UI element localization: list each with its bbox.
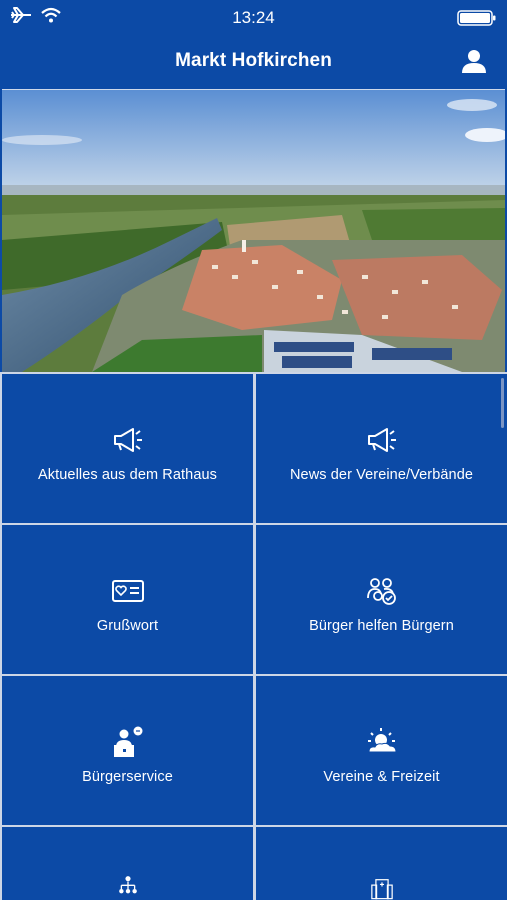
group-people-icon	[366, 577, 396, 605]
tile-vereine-freizeit[interactable]: Vereine & Freizeit	[256, 676, 507, 825]
tile-label: Vereine & Freizeit	[323, 768, 440, 785]
page-title: Markt Hofkirchen	[175, 50, 332, 71]
tile-aktuelles-rathaus[interactable]: Aktuelles aus dem Rathaus	[2, 374, 253, 523]
tile-label: Bürgerservice	[82, 768, 173, 785]
building-icon	[370, 879, 393, 900]
scroll-indicator[interactable]	[501, 378, 504, 428]
tile-label: News der Vereine/Verbände	[289, 466, 474, 483]
menu-grid: Aktuelles aus dem Rathaus News der Verei…	[0, 372, 507, 900]
battery-icon	[457, 10, 496, 26]
sun-cloud-icon	[367, 727, 397, 752]
megaphone-icon	[113, 427, 142, 452]
status-bar: 13:24	[0, 0, 507, 36]
tile-organigramm[interactable]	[2, 827, 253, 900]
tile-buergerservice[interactable]: Bürgerservice	[2, 676, 253, 825]
tile-news-vereine[interactable]: News der Vereine/Verbände	[256, 374, 507, 523]
service-desk-icon	[113, 726, 142, 757]
navigation-bar: Markt Hofkirchen	[0, 36, 507, 88]
user-profile-icon[interactable]	[461, 48, 487, 74]
tile-label: Grußwort	[96, 617, 159, 634]
hero-image	[2, 89, 505, 372]
tile-buerger-helfen[interactable]: Bürger helfen Bürgern	[256, 525, 507, 674]
tile-label: Aktuelles aus dem Rathaus	[37, 466, 217, 483]
status-time: 13:24	[232, 8, 275, 27]
heart-card-icon	[111, 579, 144, 602]
org-chart-icon	[118, 876, 137, 894]
tile-gebaeude[interactable]	[256, 827, 507, 900]
tile-label: Bürger helfen Bürgern	[309, 617, 454, 634]
tile-grusswort[interactable]: Grußwort	[2, 525, 253, 674]
megaphone-icon	[367, 427, 396, 452]
